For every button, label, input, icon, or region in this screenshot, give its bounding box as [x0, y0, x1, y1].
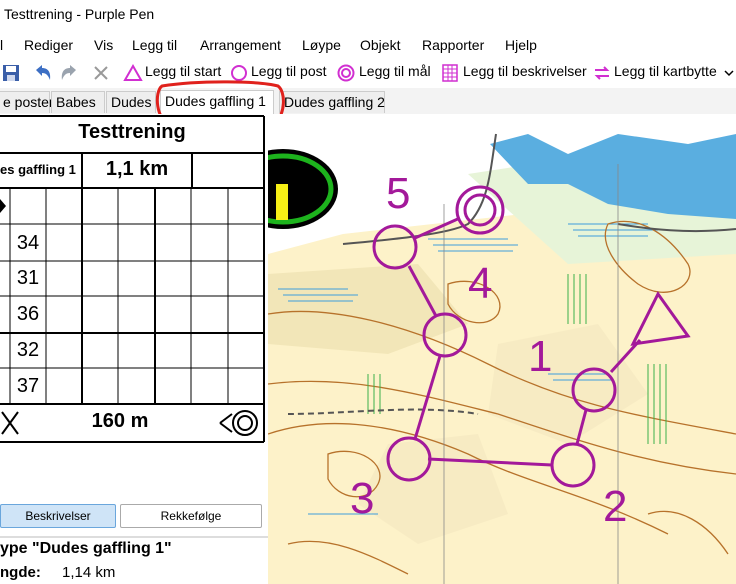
- window-title: Testtrening - Purple Pen: [4, 6, 155, 22]
- menu-file[interactable]: l: [0, 37, 3, 53]
- menu-object[interactable]: Objekt: [360, 37, 400, 53]
- control-code: 32: [16, 339, 40, 361]
- orienteering-map: [268, 114, 736, 584]
- menu-view[interactable]: Vis: [94, 37, 113, 53]
- menu-edit[interactable]: Rediger: [24, 37, 73, 53]
- control-code: 37: [16, 375, 40, 397]
- control-code: 34: [16, 232, 40, 254]
- control-number-2: 2: [603, 482, 628, 531]
- add-map-exchange-button[interactable]: Legg til kartbytte: [614, 63, 717, 79]
- add-start-button[interactable]: Legg til start: [145, 63, 221, 79]
- control-number-3: 3: [350, 474, 375, 523]
- course-type-line: ype "Dudes gaffling 1": [0, 540, 172, 557]
- control-number-5: 5: [386, 169, 411, 218]
- menu-course[interactable]: Løype: [302, 37, 341, 53]
- map-exchange-icon: [594, 66, 610, 80]
- tab-babes[interactable]: Babes: [51, 91, 105, 113]
- control-number-1: 1: [528, 332, 553, 381]
- menu-bar: l Rediger Vis Legg til Arrangement Løype…: [0, 32, 736, 58]
- descriptions-grid-icon: [442, 64, 458, 82]
- finish-distance: 160 m: [91, 410, 149, 432]
- toolbar: Legg til start Legg til post Legg til må…: [0, 58, 736, 88]
- add-control-button[interactable]: Legg til post: [251, 63, 327, 79]
- tab-all-controls[interactable]: e poster: [0, 91, 54, 113]
- redo-icon[interactable]: [60, 64, 80, 82]
- tab-dudes-gaffling-2[interactable]: Dudes gaffling 2: [279, 91, 385, 113]
- save-icon[interactable]: [2, 64, 20, 82]
- course-name: es gaffling 1: [0, 162, 76, 177]
- description-sheet[interactable]: Testtrening es gaffling 1 1,1 km 34 31 3…: [0, 114, 265, 444]
- course-length: 1,1 km: [105, 158, 169, 180]
- finish-circle-icon: [337, 64, 355, 82]
- menu-help[interactable]: Hjelp: [505, 37, 537, 53]
- control-code: 36: [16, 303, 40, 325]
- tab-dudes[interactable]: Dudes: [106, 91, 156, 113]
- undo-icon[interactable]: [32, 64, 52, 82]
- start-arrow-icon: [0, 199, 6, 213]
- map-view[interactable]: 1 2 3 4 5: [268, 114, 736, 584]
- course-tabs: e poster Babes Dudes Dudes gaffling 1 Du…: [0, 88, 736, 115]
- menu-reports[interactable]: Rapporter: [422, 37, 484, 53]
- order-button[interactable]: Rekkefølge: [120, 504, 262, 528]
- length-value: 1,14 km: [62, 564, 116, 581]
- control-number-4: 4: [468, 259, 493, 308]
- title-bar: Testtrening - Purple Pen: [0, 0, 736, 30]
- menu-add[interactable]: Legg til: [132, 37, 177, 53]
- chevron-down-icon[interactable]: [724, 68, 734, 78]
- add-descriptions-button[interactable]: Legg til beskrivelser: [463, 63, 587, 79]
- delete-icon[interactable]: [92, 64, 110, 82]
- length-label: ngde:: [0, 564, 41, 581]
- menu-event[interactable]: Arrangement: [200, 37, 281, 53]
- description-pane: Testtrening es gaffling 1 1,1 km 34 31 3…: [0, 114, 268, 584]
- add-finish-button[interactable]: Legg til mål: [359, 63, 431, 79]
- course-properties: ype "Dudes gaffling 1" ngde: 1,14 km: [0, 536, 268, 584]
- event-title: Testtrening: [78, 121, 186, 143]
- descriptions-button[interactable]: Beskrivelser: [0, 504, 116, 528]
- control-code: 31: [16, 267, 40, 289]
- start-triangle-icon: [123, 64, 143, 81]
